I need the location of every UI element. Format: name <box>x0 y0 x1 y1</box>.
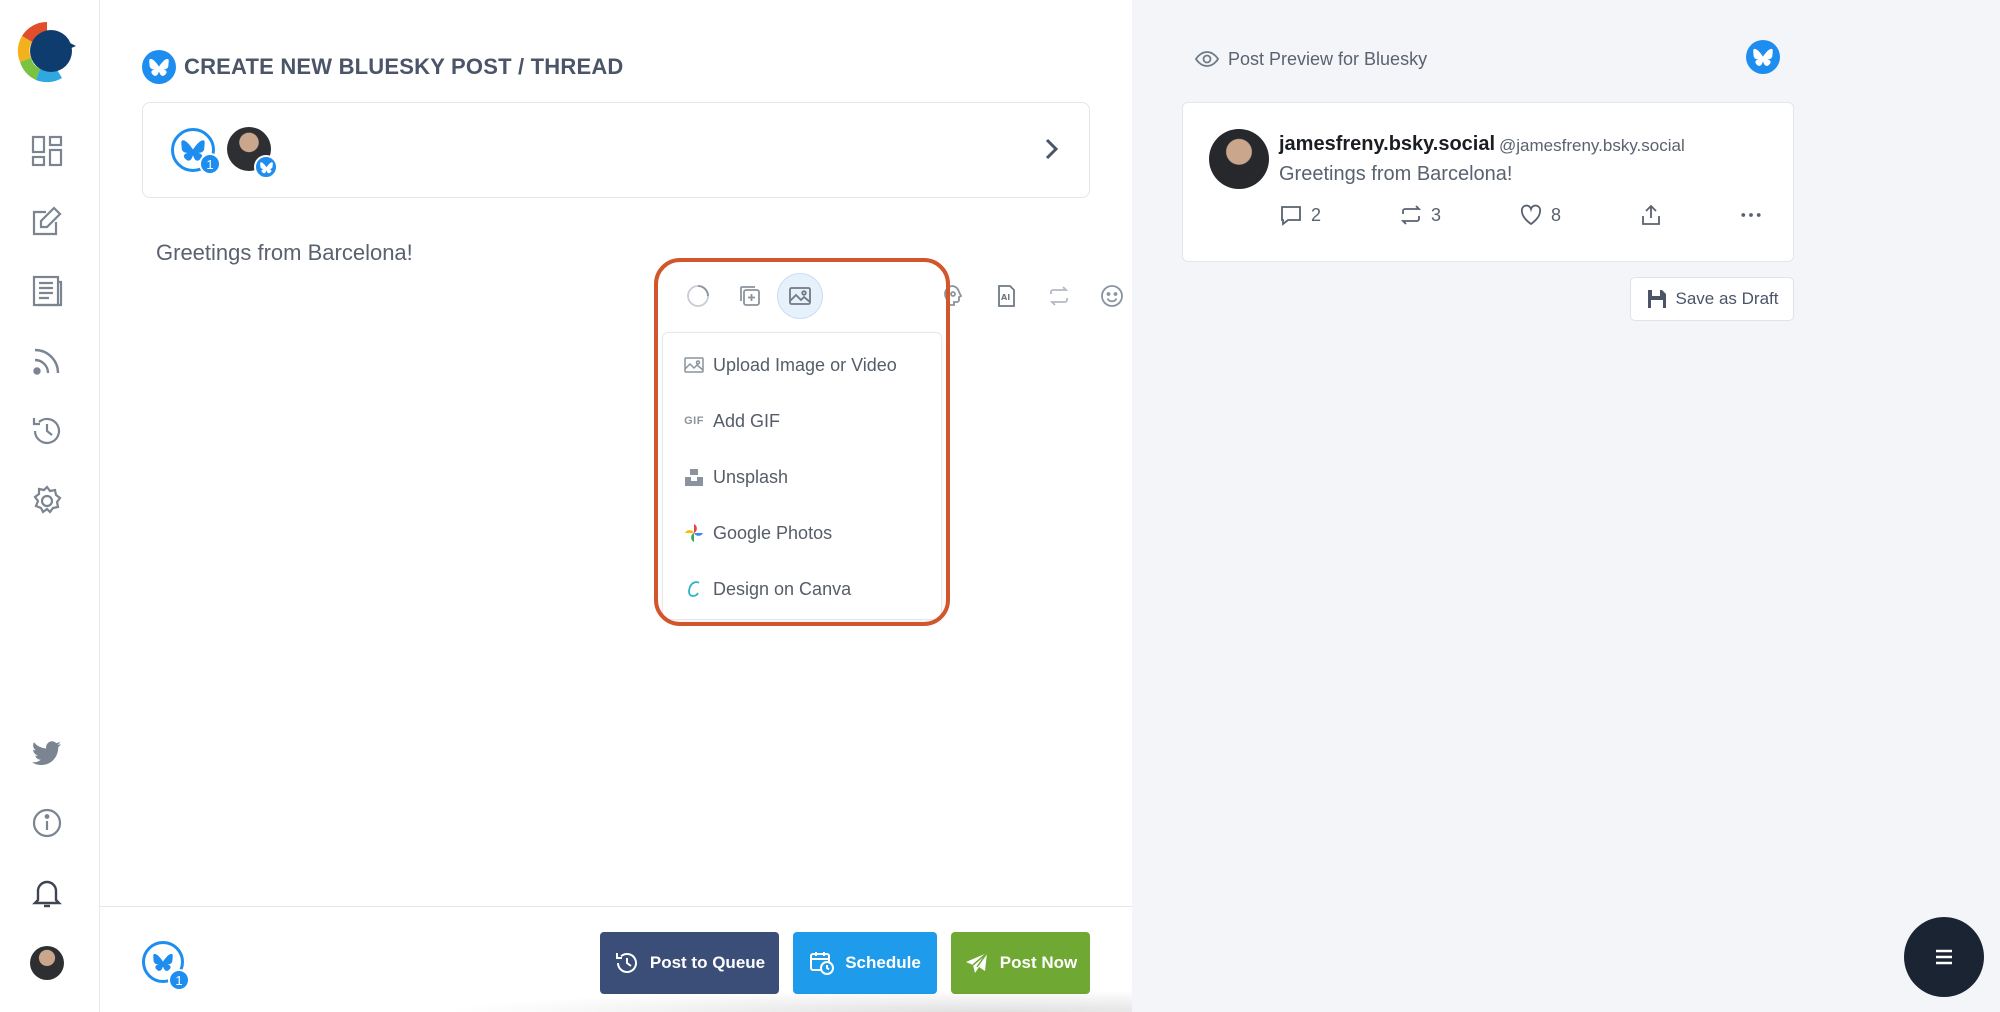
save-as-draft-label: Save as Draft <box>1675 289 1779 308</box>
bluesky-mini-icon <box>254 155 278 179</box>
repost-count: 3 <box>1431 204 1442 225</box>
app-logo[interactable] <box>16 18 78 84</box>
repost-action: 3 <box>1399 203 1441 227</box>
twitter-icon[interactable] <box>28 734 66 772</box>
post-preview-card: jamesfreny.bsky.social @jamesfreny.bsky.… <box>1182 102 1794 262</box>
post-to-queue-label: Post to Queue <box>649 953 766 972</box>
post-now-button[interactable]: Post Now <box>951 932 1090 994</box>
ai-text-icon[interactable]: AI <box>990 280 1022 312</box>
preview-handle: @jamesfreny.bsky.social <box>1499 136 1685 155</box>
floppy-disk-icon <box>1647 290 1666 308</box>
preview-panel: Post Preview for Bluesky jamesfreny.bsky… <box>1132 0 2000 1012</box>
queue-icon[interactable] <box>28 412 66 450</box>
repost-icon <box>1400 205 1422 225</box>
hamburger-icon <box>1936 949 1952 965</box>
account-count-badge: 1 <box>199 153 221 175</box>
user-avatar[interactable] <box>30 946 64 980</box>
like-action: 8 <box>1519 203 1561 227</box>
footer-account-count-badge: 1 <box>168 969 190 991</box>
reply-icon <box>1281 206 1301 226</box>
editor-panel: CREATE NEW BLUESKY POST / THREAD 1 Greet… <box>100 0 1174 1012</box>
preview-header: Post Preview for Bluesky <box>1194 46 1427 72</box>
like-count: 8 <box>1551 204 1562 225</box>
dashboard-icon[interactable] <box>28 132 66 170</box>
schedule-button[interactable]: Schedule <box>793 932 937 994</box>
emoji-icon[interactable] <box>1096 280 1128 312</box>
preview-post-text: Greetings from Barcelona! <box>1279 163 1513 185</box>
post-text-editor[interactable]: Greetings from Barcelona! <box>156 240 413 266</box>
sidebar <box>0 0 100 1012</box>
post-now-label: Post Now <box>999 953 1078 972</box>
chevron-right-icon[interactable] <box>1037 135 1065 163</box>
reply-count: 2 <box>1311 204 1322 225</box>
page-title-text: CREATE NEW BLUESKY POST / THREAD <box>184 54 624 79</box>
compose-icon[interactable] <box>28 202 66 240</box>
post-to-queue-button[interactable]: Post to Queue <box>600 932 779 994</box>
more-action <box>1739 203 1763 227</box>
info-icon[interactable] <box>28 804 66 842</box>
heart-icon <box>1520 204 1542 226</box>
svg-text:AI: AI <box>1001 293 1010 302</box>
preview-header-text: Post Preview for Bluesky <box>1228 48 1428 69</box>
page-title: CREATE NEW BLUESKY POST / THREAD <box>142 50 624 84</box>
share-action <box>1639 203 1663 227</box>
bluesky-icon <box>142 50 176 84</box>
eye-icon <box>1194 51 1220 67</box>
queue-icon <box>615 953 637 973</box>
account-selector[interactable]: 1 <box>142 102 1090 198</box>
calendar-clock-icon <box>810 952 835 975</box>
bluesky-icon <box>153 953 173 971</box>
highlight-annotation <box>654 258 950 626</box>
save-as-draft-button[interactable]: Save as Draft <box>1630 277 1794 321</box>
bell-icon[interactable] <box>28 874 66 912</box>
reply-action: 2 <box>1279 203 1321 227</box>
posts-icon[interactable] <box>28 272 66 310</box>
share-icon <box>1642 204 1660 225</box>
menu-fab-button[interactable] <box>1904 917 1984 997</box>
rss-icon[interactable] <box>28 342 66 380</box>
more-icon <box>1741 213 1761 217</box>
preview-display-name: jamesfreny.bsky.social <box>1279 133 1496 155</box>
bluesky-icon <box>1746 40 1780 74</box>
schedule-label: Schedule <box>845 953 921 972</box>
send-icon <box>965 952 988 973</box>
repeat-icon[interactable] <box>1043 280 1075 312</box>
preview-avatar <box>1209 129 1269 189</box>
settings-icon[interactable] <box>28 482 66 520</box>
